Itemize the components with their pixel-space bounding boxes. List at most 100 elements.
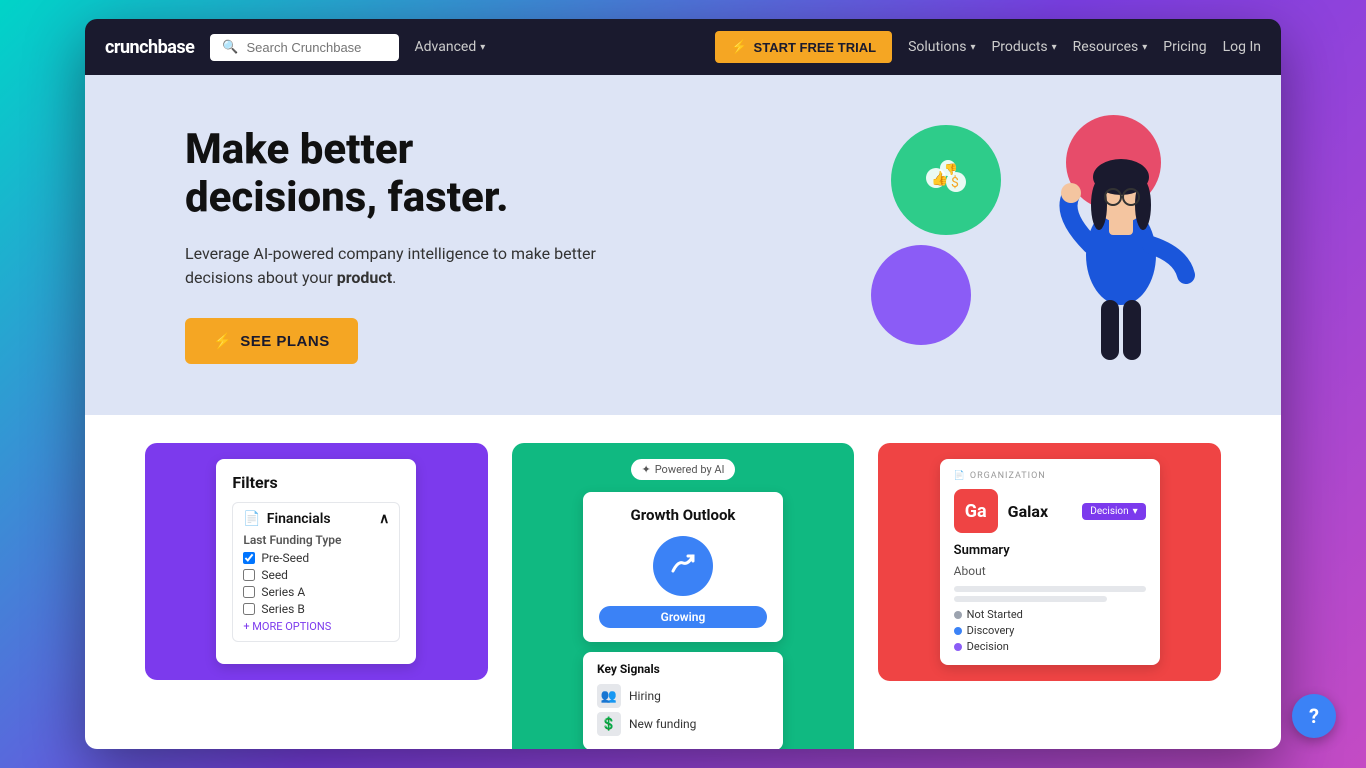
filter-widget: Filters 📄 Financials ∧ Last Funding Type…: [216, 459, 416, 664]
funding-type-label: Last Funding Type: [243, 533, 389, 547]
series-b-label: Series B: [261, 602, 304, 616]
start-trial-button[interactable]: ⚡ START FREE TRIAL: [715, 31, 892, 63]
hero-text: Make better decisions, faster. Leverage …: [185, 126, 665, 365]
search-bar[interactable]: 🔍: [210, 34, 398, 61]
hero-title: Make better decisions, faster.: [185, 126, 665, 223]
about-label: About: [954, 564, 1146, 578]
org-header: Ga Galax Decision ▾: [954, 489, 1146, 533]
help-icon: ?: [1309, 704, 1319, 728]
decision-dot: [954, 643, 962, 651]
org-doc-icon: 📄: [954, 471, 966, 481]
navbar: crunchbase 🔍 Advanced ▾ ⚡ START FREE TRI…: [85, 19, 1281, 75]
filters-title: Filters: [232, 473, 400, 492]
solutions-chevron-icon: ▾: [970, 42, 975, 53]
summary-lines: [954, 586, 1146, 602]
nav-resources[interactable]: Resources ▾: [1073, 39, 1148, 55]
filter-group-header: 📄 Financials ∧: [243, 511, 389, 527]
growth-title: Growth Outlook: [599, 506, 767, 524]
financials-filter-group[interactable]: 📄 Financials ∧ Last Funding Type Pre-See…: [232, 502, 400, 642]
ai-label: Powered by AI: [655, 463, 725, 476]
status-discovery: Discovery: [954, 624, 1146, 637]
preseed-label: Pre-Seed: [261, 551, 309, 565]
funding-icon: 💲: [597, 712, 621, 736]
svg-text:👎: 👎: [944, 163, 958, 176]
filter-seed[interactable]: Seed: [243, 568, 389, 582]
trial-label: START FREE TRIAL: [754, 40, 877, 55]
org-widget: 📄 ORGANIZATION Ga Galax Decision ▾ Sum: [940, 459, 1160, 665]
nav-products[interactable]: Products ▾: [991, 39, 1056, 55]
series-b-checkbox[interactable]: [243, 603, 255, 615]
series-a-checkbox[interactable]: [243, 586, 255, 598]
status-decision: Decision: [954, 640, 1146, 653]
not-started-label: Not Started: [967, 608, 1023, 621]
funding-signal: 💲 New funding: [597, 712, 769, 736]
growth-icon: [653, 536, 713, 596]
financials-icon: 📄: [243, 511, 260, 527]
preseed-checkbox[interactable]: [243, 552, 255, 564]
advanced-chevron-icon: ▾: [480, 42, 485, 53]
summary-label: Summary: [954, 543, 1146, 558]
search-input[interactable]: [247, 40, 387, 55]
cards-section: Filters 📄 Financials ∧ Last Funding Type…: [85, 415, 1281, 749]
status-list: Not Started Discovery Decision: [954, 608, 1146, 653]
growth-card: ✦ Powered by AI Growth Outlook Growing K…: [512, 443, 855, 749]
hiring-icon: 👥: [597, 684, 621, 708]
svg-text:$: $: [951, 174, 959, 191]
nav-pricing[interactable]: Pricing: [1163, 39, 1206, 55]
hero-section: Make better decisions, faster. Leverage …: [85, 75, 1281, 415]
ai-badge: ✦ Powered by AI: [631, 459, 734, 480]
growth-outlook-widget: Growth Outlook Growing: [583, 492, 783, 642]
filter-preseed[interactable]: Pre-Seed: [243, 551, 389, 565]
hiring-label: Hiring: [629, 689, 661, 703]
nav-solutions[interactable]: Solutions ▾: [908, 39, 975, 55]
ai-icon: ✦: [641, 463, 650, 476]
more-options-link[interactable]: + MORE OPTIONS: [243, 620, 389, 633]
status-not-started: Not Started: [954, 608, 1146, 621]
not-started-dot: [954, 611, 962, 619]
products-chevron-icon: ▾: [1052, 42, 1057, 53]
resources-chevron-icon: ▾: [1142, 42, 1147, 53]
decision-label: Decision: [1090, 506, 1128, 517]
nav-login[interactable]: Log In: [1223, 39, 1261, 55]
org-card: 📄 ORGANIZATION Ga Galax Decision ▾ Sum: [878, 443, 1221, 681]
svg-text:🔍: 🔍: [902, 276, 939, 314]
filter-series-a[interactable]: Series A: [243, 585, 389, 599]
person-illustration: [1041, 135, 1201, 385]
bubble-purple: 🔍: [871, 245, 971, 345]
nav-advanced[interactable]: Advanced ▾: [415, 39, 486, 55]
advanced-label: Advanced: [415, 39, 477, 55]
help-button[interactable]: ?: [1292, 694, 1336, 738]
see-plans-bolt-icon: ⚡: [213, 332, 232, 350]
filters-card: Filters 📄 Financials ∧ Last Funding Type…: [145, 443, 488, 680]
series-a-label: Series A: [261, 585, 305, 599]
seed-checkbox[interactable]: [243, 569, 255, 581]
trial-bolt-icon: ⚡: [731, 39, 747, 55]
hero-subtitle: Leverage AI-powered company intelligence…: [185, 242, 665, 290]
org-name: Galax: [1008, 502, 1073, 521]
hero-illustration: 👍 $ 👎 🔭 🔍: [861, 105, 1201, 385]
products-label: Products: [991, 39, 1047, 55]
search-icon: 🔍: [222, 40, 238, 55]
bubble-green: 👍 $ 👎: [891, 125, 1001, 235]
logo[interactable]: crunchbase: [105, 37, 194, 58]
financials-label: Financials: [267, 511, 379, 527]
key-signals-title: Key Signals: [597, 662, 769, 676]
hiring-signal: 👥 Hiring: [597, 684, 769, 708]
dropdown-chevron-icon: ▾: [1133, 506, 1138, 517]
org-info: Galax: [1008, 502, 1073, 521]
filter-series-b[interactable]: Series B: [243, 602, 389, 616]
main-content: Make better decisions, faster. Leverage …: [85, 75, 1281, 749]
resources-label: Resources: [1073, 39, 1139, 55]
summary-line-2: [954, 596, 1108, 602]
see-plans-label: SEE PLANS: [240, 333, 330, 350]
new-funding-label: New funding: [629, 717, 696, 731]
org-avatar: Ga: [954, 489, 998, 533]
see-plans-button[interactable]: ⚡ SEE PLANS: [185, 318, 358, 364]
seed-label: Seed: [261, 568, 288, 582]
org-label: 📄 ORGANIZATION: [954, 471, 1146, 481]
decision-dropdown[interactable]: Decision ▾: [1082, 503, 1145, 520]
solutions-label: Solutions: [908, 39, 966, 55]
discovery-dot: [954, 627, 962, 635]
summary-line-1: [954, 586, 1146, 592]
discovery-label: Discovery: [967, 624, 1015, 637]
